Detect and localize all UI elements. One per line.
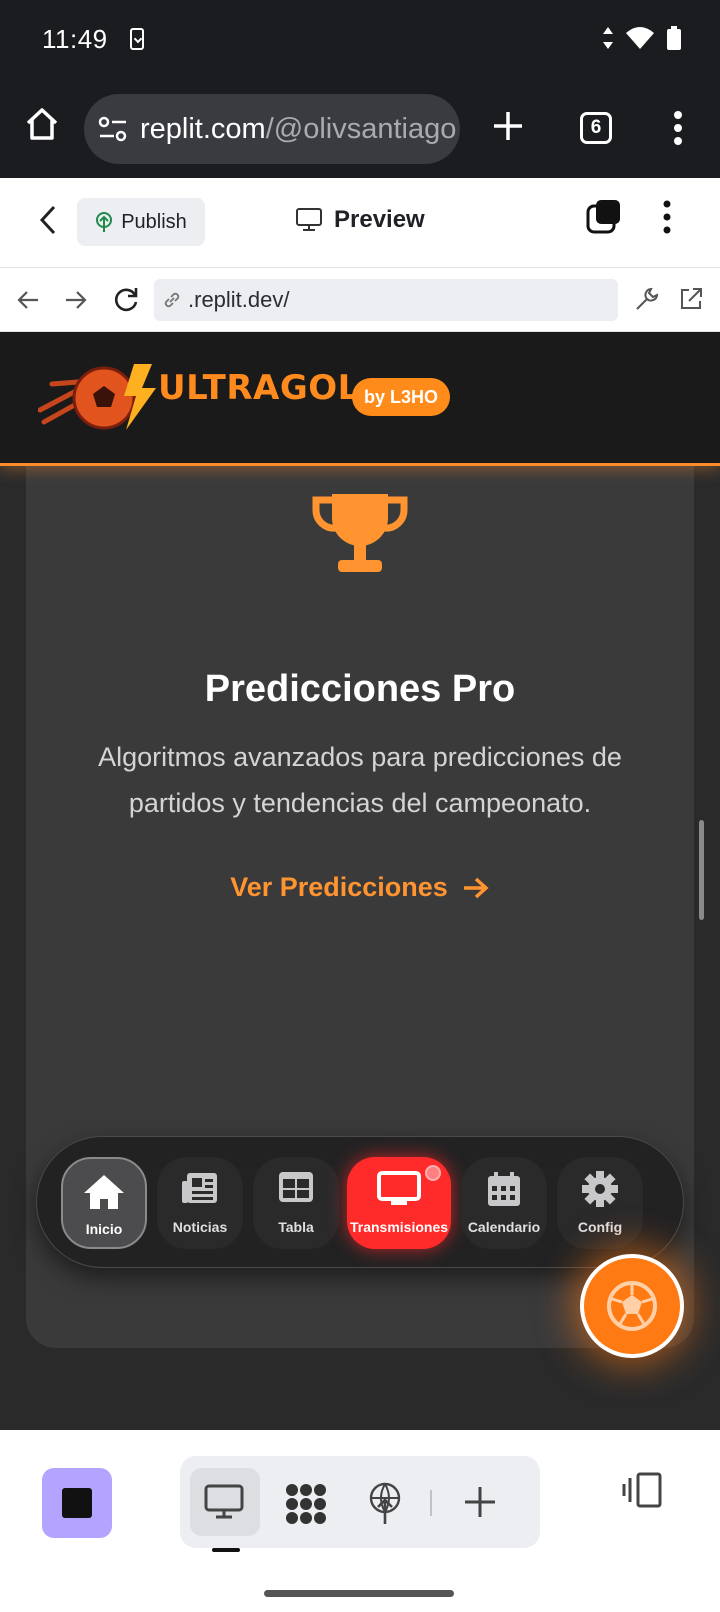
url-text: replit.com/@olivsantiago: [140, 113, 457, 145]
replit-header: Publish Preview: [0, 178, 720, 268]
nav-calendario[interactable]: Calendario: [461, 1157, 547, 1249]
calendar-icon: [488, 1172, 520, 1206]
open-external-icon[interactable]: [678, 286, 704, 312]
link-icon: [164, 292, 180, 308]
add-icon[interactable]: [464, 1486, 496, 1518]
nav-config[interactable]: Config: [557, 1157, 643, 1249]
deploy-globe-icon[interactable]: [368, 1482, 402, 1524]
new-tab-icon[interactable]: [492, 110, 524, 142]
trophy-icon: [312, 494, 408, 572]
bottom-nav: Inicio Noticias Tabla Transmisiones Cale…: [36, 1136, 684, 1268]
soccer-ball-icon: [607, 1281, 657, 1331]
monitor-icon: [296, 208, 322, 231]
publish-button[interactable]: Publish: [77, 198, 205, 246]
nav-label-noticias: Noticias: [172, 1219, 228, 1235]
arrow-right-icon: [463, 877, 489, 898]
toolbar-divider: [430, 1490, 432, 1516]
wifi-icon: [626, 27, 654, 49]
clock: 11:49: [42, 24, 108, 54]
author-badge: by L3HO: [352, 378, 451, 416]
table-icon: [279, 1172, 313, 1202]
preview-address-field[interactable]: .replit.dev/: [154, 279, 618, 321]
browser-toolbar: replit.com/@olivsantiago 6: [0, 80, 720, 178]
scrollbar-thumb[interactable]: [699, 820, 704, 920]
nav-label-transmisiones: Transmisiones: [349, 1219, 449, 1235]
omnibox[interactable]: replit.com/@olivsantiago: [84, 94, 460, 164]
nav-transmisiones[interactable]: Transmisiones: [347, 1157, 451, 1249]
status-icons: [602, 26, 682, 50]
site-settings-icon[interactable]: [98, 116, 128, 142]
tv-icon: [377, 1171, 421, 1205]
pages-icon[interactable]: [586, 198, 622, 234]
status-bar: 11:49: [0, 0, 720, 80]
publish-icon: [96, 212, 113, 232]
devtools-wrench-icon[interactable]: [634, 286, 660, 312]
publish-label: Publish: [121, 210, 187, 233]
nav-noticias[interactable]: Noticias: [157, 1157, 243, 1249]
preview-label: Preview: [334, 206, 425, 233]
view-predictions-link[interactable]: Ver Predicciones: [0, 872, 720, 903]
nav-label-calendario: Calendario: [467, 1219, 541, 1235]
soccer-fab-button[interactable]: [580, 1254, 684, 1358]
notification-icon: [130, 28, 144, 50]
logo-text: ULTRAGOL: [158, 368, 360, 408]
card-title: Predicciones Pro: [204, 668, 516, 710]
forward-arrow-icon[interactable]: [64, 288, 88, 312]
view-predictions-label: Ver Predicciones: [230, 872, 448, 902]
stop-icon: [62, 1488, 92, 1518]
tool-group: [180, 1456, 540, 1548]
nav-label-tabla: Tabla: [278, 1219, 314, 1235]
preview-address-row: .replit.dev/: [0, 268, 720, 332]
newspaper-icon: [182, 1173, 217, 1203]
home-icon: [84, 1175, 124, 1209]
nav-inicio[interactable]: Inicio: [61, 1157, 147, 1249]
layout-toggle-icon[interactable]: [622, 1472, 664, 1508]
home-icon[interactable]: [24, 106, 60, 142]
selected-tab-indicator: [212, 1548, 240, 1552]
tab-switcher-button[interactable]: 6: [580, 112, 612, 144]
app-header: ULTRAGOL by L3HO: [0, 332, 720, 466]
app-preview: ULTRAGOL by L3HO Predicciones Pro Algori…: [0, 332, 720, 1430]
nav-label-config: Config: [577, 1219, 623, 1235]
more-options-icon[interactable]: [662, 200, 672, 234]
replit-bottom-toolbar: [0, 1430, 720, 1612]
ultragol-logo-ball-icon: [38, 364, 156, 430]
nav-label-inicio: Inicio: [85, 1221, 123, 1237]
battery-icon: [667, 26, 681, 50]
preview-address-text: .replit.dev/: [188, 287, 290, 312]
nav-tabla[interactable]: Tabla: [253, 1157, 339, 1249]
back-icon[interactable]: [38, 204, 58, 236]
menu-icon[interactable]: [672, 110, 684, 146]
reload-icon[interactable]: [112, 286, 140, 314]
card-description: Algoritmos avanzados para predicciones d…: [98, 742, 622, 818]
gesture-home-bar[interactable]: [264, 1590, 454, 1597]
preview-tab[interactable]: Preview: [296, 206, 425, 234]
monitor-icon: [204, 1484, 244, 1519]
gear-icon: [582, 1171, 618, 1207]
workspace-grid-icon[interactable]: [284, 1482, 328, 1526]
stop-button[interactable]: [42, 1468, 112, 1538]
data-arrows-icon: [603, 27, 613, 49]
back-arrow-icon[interactable]: [16, 288, 40, 312]
